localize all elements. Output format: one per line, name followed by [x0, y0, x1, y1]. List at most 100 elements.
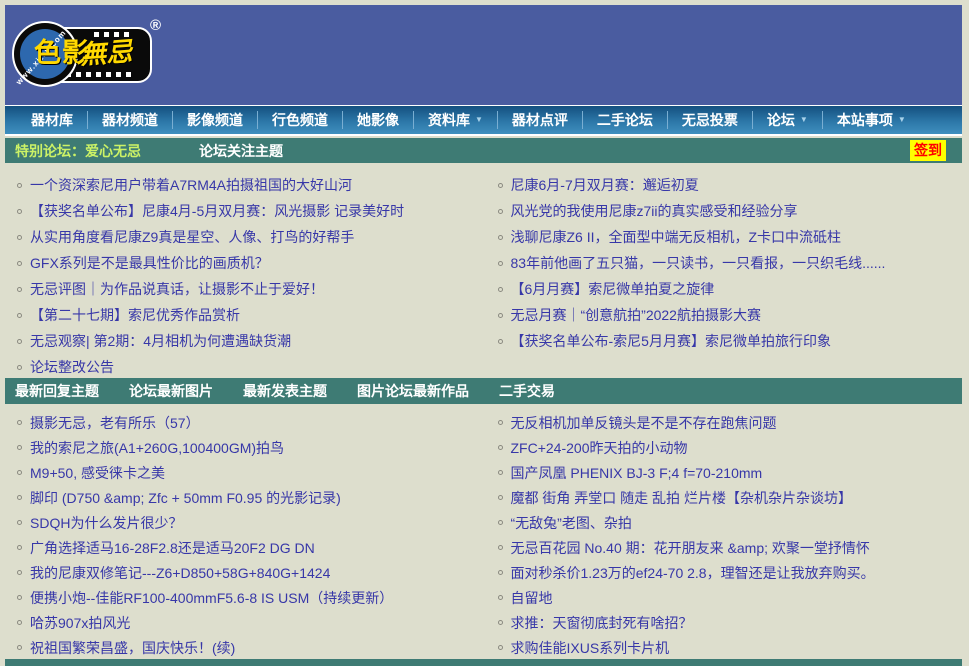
topic-link[interactable]: 风光党的我使用尼康z7ii的真实感受和经验分享 [511, 201, 798, 221]
bullet-icon [498, 470, 503, 475]
nav-item-label: 无忌投票 [682, 111, 738, 129]
nav-item[interactable]: 器材频道 ▼ [88, 111, 173, 129]
list-item: 我的尼康双修笔记---Z6+D850+58G+840G+1424 [13, 560, 484, 585]
topic-link[interactable]: 便携小炮--佳能RF100-400mmF5.6-8 IS USM（持续更新） [30, 588, 393, 608]
nav-item-label: 资料库 [428, 111, 470, 129]
list-item: 83年前他画了五只猫，一只读书，一只看报，一只织毛线...... [494, 250, 963, 276]
nav-item[interactable]: 行色频道 ▼ [258, 111, 343, 129]
topic-link[interactable]: 自留地 [511, 588, 553, 608]
nav-item[interactable]: 论坛 ▼ [753, 111, 823, 129]
topic-link[interactable]: 无反相机加单反镜头是不是不存在跑焦问题 [511, 413, 777, 433]
list-item: 尼康6月-7月双月赛：邂逅初夏 [494, 172, 963, 198]
bullet-icon [17, 570, 22, 575]
nav-item[interactable]: 二手论坛 ▼ [583, 111, 668, 129]
footer-bar [5, 659, 962, 666]
topic-link[interactable]: 脚印 (D750 &amp; Zfc + 50mm F0.95 的光影记录) [30, 488, 341, 508]
nav-item[interactable]: 影像频道 ▼ [173, 111, 258, 129]
tab[interactable]: 图片论坛最新作品 [357, 381, 469, 401]
list-item: 一个资深索尼用户带着A7RM4A拍摄祖国的大好山河 [13, 172, 484, 198]
bullet-icon [498, 445, 503, 450]
list-item: 面对秒杀价1.23万的ef24-70 2.8，理智还是让我放弃购买。 [494, 560, 963, 585]
topic-link[interactable]: 无忌百花园 No.40 期：花开朋友来 &amp; 欢聚一堂抒情怀 [511, 538, 870, 558]
list-item: 【获奖名单公布】尼康4月-5月双月赛：风光摄影 记录美好时 [13, 198, 484, 224]
list-item: SDQH为什么发片很少？ [13, 510, 484, 535]
bullet-icon [498, 570, 503, 575]
topic-link[interactable]: M9+50, 感受徕卡之美 [30, 463, 165, 483]
nav-item[interactable]: 器材点评 ▼ [498, 111, 583, 129]
tab[interactable]: 论坛最新图片 [129, 381, 213, 401]
site-header: www.xitek.com 色影 無忌 ® [5, 5, 962, 105]
tab[interactable]: 最新发表主题 [243, 381, 327, 401]
list-item: 脚印 (D750 &amp; Zfc + 50mm F0.95 的光影记录) [13, 485, 484, 510]
topic-link[interactable]: 国产凤凰 PHENIX BJ-3 F;4 f=70-210mm [511, 463, 763, 483]
special-forum-bar: 特别论坛：爱心无忌 论坛关注主题 签到 [5, 138, 962, 163]
list-item: 自留地 [494, 585, 963, 610]
bullet-icon [17, 183, 22, 188]
list-item: 从实用角度看尼康Z9真是星空、人像、打鸟的好帮手 [13, 224, 484, 250]
list-item: 无反相机加单反镜头是不是不存在跑焦问题 [494, 410, 963, 435]
topic-link[interactable]: GFX系列是不是最具性价比的画质机？ [30, 253, 269, 273]
list-item: 便携小炮--佳能RF100-400mmF5.6-8 IS USM（持续更新） [13, 585, 484, 610]
tab[interactable]: 最新回复主题 [15, 381, 99, 401]
bullet-icon [498, 545, 503, 550]
nav-item[interactable]: 无忌投票 ▼ [668, 111, 753, 129]
focus-topics-left-column: 一个资深索尼用户带着A7RM4A拍摄祖国的大好山河 【获奖名单公布】尼康4月-5… [5, 172, 484, 378]
topic-link[interactable]: 摄影无忌，老有所乐（57） [30, 413, 200, 433]
chevron-down-icon: ▼ [475, 111, 483, 129]
tab[interactable]: 二手交易 [499, 381, 555, 401]
nav-item-label: 行色频道 [272, 111, 328, 129]
site-logo[interactable]: www.xitek.com 色影 無忌 ® [12, 9, 162, 99]
topic-link[interactable]: 【6月月赛】索尼微单拍夏之旋律 [511, 279, 715, 299]
topic-link[interactable]: 广角选择适马16-28F2.8还是适马20F2 DG DN [30, 538, 315, 558]
topic-link[interactable]: 【第二十七期】索尼优秀作品赏析 [30, 305, 240, 325]
list-item: “无敌兔”老图、杂拍 [494, 510, 963, 535]
topic-link[interactable]: 求推：天窗彻底封死有啥招？ [511, 613, 693, 633]
bullet-icon [17, 470, 22, 475]
bullet-icon [17, 620, 22, 625]
topic-link[interactable]: 一个资深索尼用户带着A7RM4A拍摄祖国的大好山河 [30, 175, 352, 195]
topic-link[interactable]: 无忌月赛｜“创意航拍”2022航拍摄影大赛 [511, 305, 761, 325]
nav-item-label: 器材频道 [102, 111, 158, 129]
nav-item-label: 器材点评 [512, 111, 568, 129]
forum-focus-label[interactable]: 论坛关注主题 [199, 141, 283, 161]
bullet-icon [17, 235, 22, 240]
list-item: 无忌评图｜为作品说真话，让摄影不止于爱好！ [13, 276, 484, 302]
topic-link[interactable]: 求购佳能IXUS系列卡片机 [511, 638, 670, 658]
special-forum-label[interactable]: 特别论坛：爱心无忌 [15, 141, 141, 161]
topic-link[interactable]: 我的索尼之旅(A1+260G,100400GM)拍鸟 [30, 438, 284, 458]
topic-link[interactable]: 祝祖国繁荣昌盛，国庆快乐！(续) [30, 638, 235, 658]
topic-link[interactable]: 83年前他画了五只猫，一只读书，一只看报，一只织毛线...... [511, 253, 886, 273]
nav-item[interactable]: 她影像 ▼ [343, 111, 414, 129]
topic-link[interactable]: 面对秒杀价1.23万的ef24-70 2.8，理智还是让我放弃购买。 [511, 563, 875, 583]
main-nav: 器材库 ▼ 器材频道 ▼ 影像频道 ▼ 行色频道 ▼ 她影像 ▼ [5, 105, 962, 136]
nav-item[interactable]: 本站事项 ▼ [823, 111, 920, 129]
chevron-down-icon: ▼ [898, 111, 906, 129]
topic-link[interactable]: 无忌观察| 第2期：4月相机为何遭遇缺货潮 [30, 331, 291, 351]
topic-link[interactable]: ZFC+24-200昨天拍的小动物 [511, 438, 688, 458]
topic-link[interactable]: SDQH为什么发片很少？ [30, 513, 182, 533]
topic-link[interactable]: 哈苏907x拍风光 [30, 613, 130, 633]
topic-link[interactable]: 【获奖名单公布】尼康4月-5月双月赛：风光摄影 记录美好时 [30, 201, 404, 221]
focus-topics-right-column: 尼康6月-7月双月赛：邂逅初夏 风光党的我使用尼康z7ii的真实感受和经验分享 … [484, 172, 963, 378]
latest-topics-right-column: 无反相机加单反镜头是不是不存在跑焦问题 ZFC+24-200昨天拍的小动物 国产… [484, 410, 963, 659]
topic-link[interactable]: 尼康6月-7月双月赛：邂逅初夏 [511, 175, 699, 195]
nav-item[interactable]: 器材库 ▼ [17, 111, 88, 129]
latest-topic-list: 摄影无忌，老有所乐（57） 我的索尼之旅(A1+260G,100400GM)拍鸟… [5, 404, 962, 659]
signin-button[interactable]: 签到 [910, 140, 946, 161]
topic-link[interactable]: 浅聊尼康Z6 II，全面型中端无反相机，Z卡口中流砥柱 [511, 227, 842, 247]
topic-link[interactable]: 无忌评图｜为作品说真话，让摄影不止于爱好！ [30, 279, 324, 299]
nav-item[interactable]: 资料库 ▼ [414, 111, 498, 129]
topic-link[interactable]: 我的尼康双修笔记---Z6+D850+58G+840G+1424 [30, 563, 330, 583]
bullet-icon [17, 365, 22, 370]
topic-link[interactable]: “无敌兔”老图、杂拍 [511, 513, 632, 533]
topic-link[interactable]: 从实用角度看尼康Z9真是星空、人像、打鸟的好帮手 [30, 227, 354, 247]
bullet-icon [17, 420, 22, 425]
bullet-icon [498, 287, 503, 292]
bullet-icon [17, 520, 22, 525]
topic-link[interactable]: 魔都 街角 弄堂口 随走 乱拍 烂片楼【杂机杂片杂谈坊】 [511, 488, 852, 508]
list-item: 风光党的我使用尼康z7ii的真实感受和经验分享 [494, 198, 963, 224]
latest-topics-tab-bar: 最新回复主题 论坛最新图片 最新发表主题 图片论坛最新作品 二手交易 [5, 378, 962, 404]
topic-link[interactable]: 论坛整改公告 [30, 357, 114, 377]
topic-link[interactable]: 【获奖名单公布-索尼5月月赛】索尼微单拍旅行印象 [511, 331, 831, 351]
registered-mark-icon: ® [150, 17, 161, 34]
